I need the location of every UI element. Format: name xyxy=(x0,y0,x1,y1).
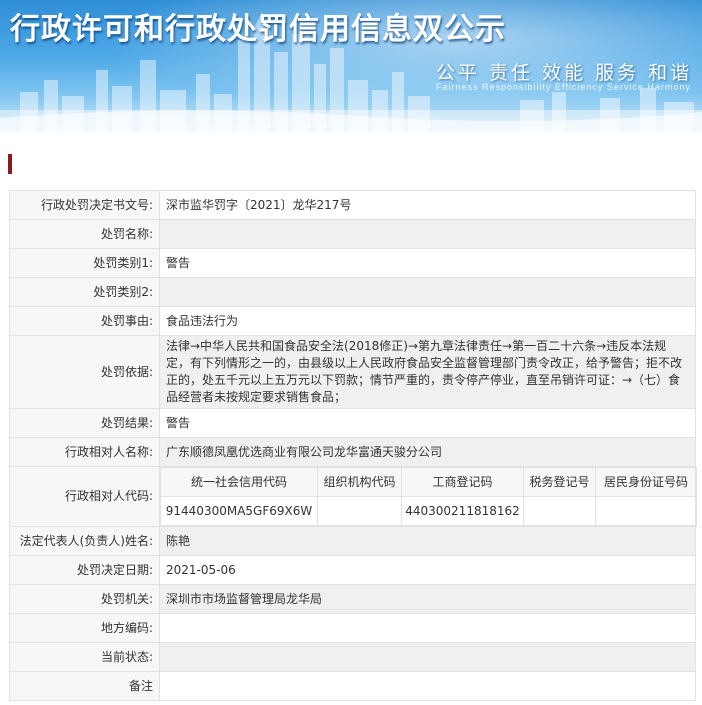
section-marker xyxy=(8,154,12,174)
authority-value: 深圳市市场监督管理局龙华局 xyxy=(159,584,696,614)
penalty-name-value xyxy=(159,219,696,249)
status-label: 当前状态: xyxy=(9,642,160,672)
header-banner: 行政许可和行政处罚信用信息双公示 公平 责任 效能 服务 和谐 Fairness… xyxy=(0,0,702,132)
header-credit-code: 统一社会信用代码 xyxy=(160,467,318,497)
banner-title: 行政许可和行政处罚信用信息双公示 xyxy=(10,12,506,47)
table-row: 处罚决定日期: 2021-05-06 xyxy=(9,555,696,585)
banner-slogan: 公平 责任 效能 服务 和谐 xyxy=(436,62,693,84)
decision-date-value: 2021-05-06 xyxy=(159,555,696,585)
doc-no-label: 行政处罚决定书文号: xyxy=(9,190,160,220)
table-row: 处罚事由: 食品违法行为 xyxy=(9,306,696,336)
party-code-cell: 统一社会信用代码 组织机构代码 工商登记码 税务登记号 居民身份证号码 9144… xyxy=(159,466,697,527)
region-code-value xyxy=(159,613,696,643)
table-row: 处罚结果: 警告 xyxy=(9,408,696,438)
header-business-reg-code: 工商登记码 xyxy=(401,467,524,497)
authority-label: 处罚机关: xyxy=(9,584,160,614)
party-code-header-row: 统一社会信用代码 组织机构代码 工商登记码 税务登记号 居民身份证号码 xyxy=(160,467,697,497)
category2-value xyxy=(159,277,696,307)
legal-rep-label: 法定代表人(负责人)姓名: xyxy=(9,526,160,556)
table-row: 行政相对人代码: 统一社会信用代码 组织机构代码 工商登记码 税务登记号 居民身… xyxy=(9,466,697,527)
category1-label: 处罚类别1: xyxy=(9,248,160,278)
table-row: 行政相对人名称: 广东顺德凤凰优选商业有限公司龙华富通天骏分公司 xyxy=(9,437,696,467)
reason-label: 处罚事由: xyxy=(9,306,160,336)
reason-value: 食品违法行为 xyxy=(159,306,696,336)
remarks-value xyxy=(159,671,696,701)
party-code-table: 统一社会信用代码 组织机构代码 工商登记码 税务登记号 居民身份证号码 9144… xyxy=(160,467,697,526)
decision-date-label: 处罚决定日期: xyxy=(9,555,160,585)
org-code-value xyxy=(317,496,402,526)
table-row: 地方编码: xyxy=(9,613,696,643)
table-row: 处罚依据: 法律→中华人民共和国食品安全法(2018修正)→第九章法律责任→第一… xyxy=(9,335,696,409)
legal-rep-value: 陈艳 xyxy=(159,526,696,556)
party-code-label: 行政相对人代码: xyxy=(9,466,160,527)
business-reg-code-value: 440300211818162 xyxy=(401,496,524,526)
penalty-name-label: 处罚名称: xyxy=(9,219,160,249)
table-row: 处罚名称: xyxy=(9,219,696,249)
id-card-no-value xyxy=(595,496,697,526)
basis-label: 处罚依据: xyxy=(9,335,160,409)
result-label: 处罚结果: xyxy=(9,408,160,438)
result-value: 警告 xyxy=(159,408,696,438)
party-code-value-row: 91440300MA5GF69X6W 440300211818162 xyxy=(160,496,697,526)
status-value xyxy=(159,642,696,672)
banner-slogan-english: Fairness Responsibility Efficiency Servi… xyxy=(436,82,691,92)
header-id-card-no: 居民身份证号码 xyxy=(595,467,697,497)
doc-no-value: 深市监华罚字〔2021〕龙华217号 xyxy=(159,190,696,220)
category1-value: 警告 xyxy=(159,248,696,278)
table-row: 处罚机关: 深圳市市场监督管理局龙华局 xyxy=(9,584,696,614)
table-row: 行政处罚决定书文号: 深市监华罚字〔2021〕龙华217号 xyxy=(9,190,696,220)
basis-value: 法律→中华人民共和国食品安全法(2018修正)→第九章法律责任→第一百二十六条→… xyxy=(159,335,696,409)
region-code-label: 地方编码: xyxy=(9,613,160,643)
tax-reg-no-value xyxy=(523,496,596,526)
category2-label: 处罚类别2: xyxy=(9,277,160,307)
table-row: 处罚类别2: xyxy=(9,277,696,307)
table-row: 当前状态: xyxy=(9,642,696,672)
header-org-code: 组织机构代码 xyxy=(317,467,402,497)
table-row: 处罚类别1: 警告 xyxy=(9,248,696,278)
party-name-label: 行政相对人名称: xyxy=(9,437,160,467)
credit-code-value: 91440300MA5GF69X6W xyxy=(160,496,318,526)
table-row: 法定代表人(负责人)姓名: 陈艳 xyxy=(9,526,696,556)
table-row: 备注 xyxy=(9,671,696,701)
remarks-label: 备注 xyxy=(9,671,160,701)
header-tax-reg-no: 税务登记号 xyxy=(523,467,596,497)
penalty-info-table: 行政处罚决定书文号: 深市监华罚字〔2021〕龙华217号 处罚名称: 处罚类别… xyxy=(9,190,697,701)
party-name-value: 广东顺德凤凰优选商业有限公司龙华富通天骏分公司 xyxy=(159,437,696,467)
